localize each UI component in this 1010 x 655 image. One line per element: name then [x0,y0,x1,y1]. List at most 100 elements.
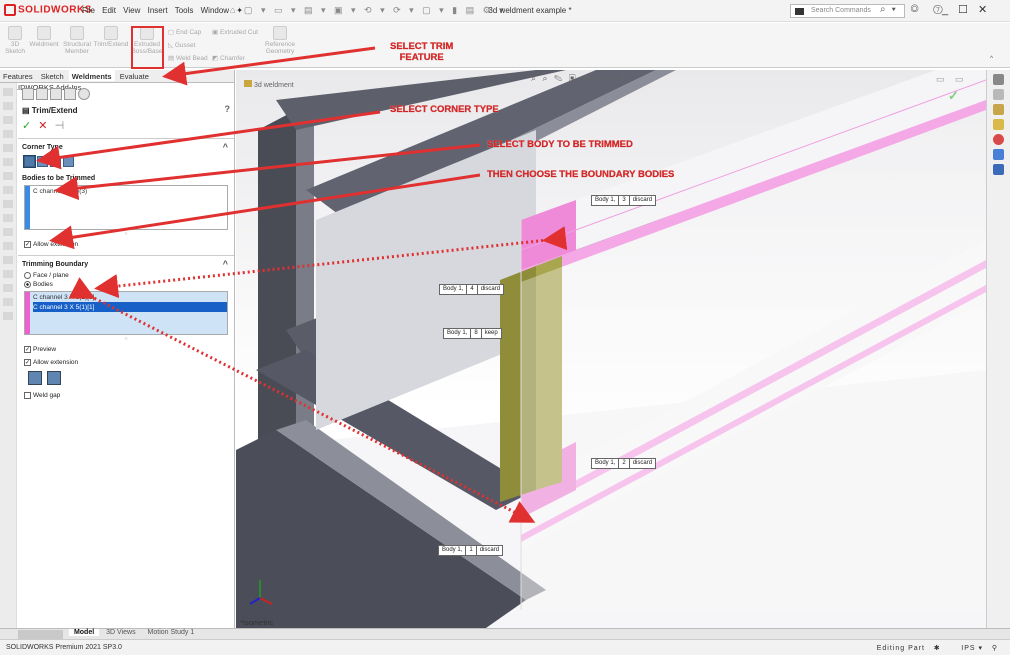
trimming-boundary-group: Trimming Boundary ^ Face / plane Bodies C… [18,255,234,402]
bodies-heading: Bodies to be Trimmed [22,175,96,182]
tab-3d-views[interactable]: 3D Views [101,629,140,636]
body-tag-2[interactable]: Body 1, 2 discard [591,458,657,469]
pushpin-icon[interactable]: ⊣ [55,120,65,132]
feature-tree-icon [22,88,34,100]
search-scope-icon [795,8,804,15]
rebuild-icon[interactable]: ✱ [934,645,941,652]
left-panel: Features Sketch Weldments Evaluate SOLID… [0,70,235,628]
solidworks-forum-icon[interactable] [993,164,1004,175]
allow-extension-checkbox[interactable]: ✓ Allow extension [18,238,234,251]
structural-member-button[interactable]: Structural Member [61,26,93,55]
tab-motion-study[interactable]: Motion Study 1 [143,629,200,636]
design-library-icon[interactable] [993,104,1004,115]
end-miter-icon[interactable] [37,156,48,167]
face-plane-radio[interactable]: Face / plane [18,271,234,280]
status-right: Editing Part ✱ IPS ▾ ⚲ [876,645,998,652]
body-trim-icon[interactable] [47,371,61,386]
trim-extend-icon [104,26,118,40]
help-icons[interactable]: ⌕▾ ◎ ⑦ [880,4,949,15]
file-explorer-icon[interactable] [993,119,1004,130]
resources-icon[interactable] [993,89,1004,100]
customize-icon[interactable]: ⚲ [992,645,998,652]
sketch-icon [8,26,22,40]
chevron-up-icon[interactable]: ^ [223,259,228,269]
reference-geometry-icon [273,26,287,40]
end-cap-button[interactable]: ▢ End Cap [168,28,201,36]
viewport-controls[interactable]: ▭ ▭ [936,74,968,85]
close-icon: ✕ [978,4,998,16]
collapse-ribbon-icon[interactable]: ^ [990,55,993,62]
custom-properties-icon[interactable] [993,149,1004,160]
graphics-area[interactable]: 3d weldment ⌕ ⌕ ✎ ▣ ◈▾ ◑▾ ● ▭ ▭ ✓ Body 1… [236,70,986,628]
property-manager-icon [36,88,48,100]
list-resize-handle[interactable]: ○ [36,232,216,237]
boundary-bodies-list[interactable]: C channel 3 X 5(1)[3] C channel 3 X 5(1)… [24,290,228,335]
window-controls[interactable]: _☐✕ [942,3,997,16]
tab-evaluate[interactable]: Evaluate [117,70,152,81]
chamfer-button[interactable]: ◩ Chamfer [212,54,245,62]
list-resize-handle[interactable]: ○ [36,336,216,341]
title-bar: SOLIDWORKS File Edit View Insert Tools W… [0,0,1010,22]
allow-extension-2-checkbox[interactable]: ✓ Allow extension [18,356,234,369]
weld-bead-button[interactable]: ▤ Weld Bead [168,54,208,62]
corner-type-heading: Corner Type [22,144,63,151]
list-item[interactable]: C channel 3 X 5(1)[3] [33,292,227,302]
trim-extend-icon: ▤ [22,106,32,115]
end-trim-icon[interactable] [23,155,36,168]
list-item[interactable]: C channel 3 X 5(3) [33,186,227,196]
status-mode: Editing Part [876,645,925,652]
3d-sketch-button[interactable]: 3D Sketch [5,26,25,55]
document-tabs: Model 3D Views Motion Study 1 [0,628,1010,639]
gusset-button[interactable]: ◺ Gusset [168,41,195,49]
end-butt2-icon[interactable] [63,156,74,167]
help-icon[interactable]: ? [225,104,231,114]
body-tag-4[interactable]: Body 1, 4 discard [439,284,505,295]
body-tag-1[interactable]: Body 1, 1 discard [438,545,504,556]
selection-color-bar [25,186,30,229]
callout-body-trimmed: SELECT BODY TO BE TRIMMED [487,139,633,150]
status-bar: SOLIDWORKS Premium 2021 SP3.0 Editing Pa… [0,639,1010,655]
minimize-icon: _ [942,4,959,16]
confirmation-corner-icon[interactable]: ✓ [948,88,959,104]
body-tag-3[interactable]: Body 1, 3 discard [591,195,657,206]
weld-gap-checkbox[interactable]: Weld gap [18,389,234,402]
command-tabs: Features Sketch Weldments Evaluate SOLID… [0,70,234,92]
config-manager-icon [50,88,62,100]
chevron-up-icon[interactable]: ^ [223,142,228,152]
part-icon [244,80,252,87]
extruded-cut-button[interactable]: ▣ Extruded Cut [212,28,258,36]
units-selector[interactable]: IPS [961,645,975,652]
model-view[interactable] [236,70,986,628]
tab-scroll-buttons[interactable] [18,630,63,639]
tab-features[interactable]: Features [0,70,36,81]
display-manager-icon [78,88,90,100]
view-orientation-label: *Isometric [240,618,274,627]
tab-weldments[interactable]: Weldments [68,70,115,81]
trim-option-buttons [18,369,234,389]
manager-tabs[interactable] [18,84,234,104]
preview-checkbox[interactable]: ✓ Preview [18,343,234,356]
home-icon[interactable] [993,74,1004,85]
structural-member-icon [70,26,84,40]
end-butt1-icon[interactable] [50,156,61,167]
weldment-button[interactable]: Weldment [28,26,60,48]
tab-sketch[interactable]: Sketch [38,70,67,81]
list-item[interactable]: C channel 3 X 5(1)[1] [33,301,227,312]
planar-trim-icon[interactable] [28,371,42,386]
weldment-icon [37,26,51,40]
bodies-to-trim-list[interactable]: C channel 3 X 5(3) [24,185,228,230]
tab-model[interactable]: Model [68,629,100,636]
body-tag-8[interactable]: Body 1, 8 keep [443,328,502,339]
bodies-radio[interactable]: Bodies [18,280,234,289]
reference-geometry-button[interactable]: Reference Geometry [262,26,298,55]
appearances-icon[interactable] [993,134,1004,145]
maximize-icon: ☐ [958,4,978,16]
cancel-icon[interactable]: ✕ [38,120,47,132]
heads-up-view-toolbar[interactable]: ⌕ ⌕ ✎ ▣ ◈▾ ◑▾ ● [531,73,629,84]
trim-extend-button[interactable]: Trim/Extend [93,26,129,48]
ok-icon[interactable]: ✓ [22,120,31,132]
breadcrumb[interactable]: 3d weldment [244,80,294,89]
feature-tree-strip [0,83,17,628]
trim-feature-highlight [131,26,164,69]
callout-boundary-bodies: THEN CHOOSE THE BOUNDARY BODIES [487,169,675,180]
